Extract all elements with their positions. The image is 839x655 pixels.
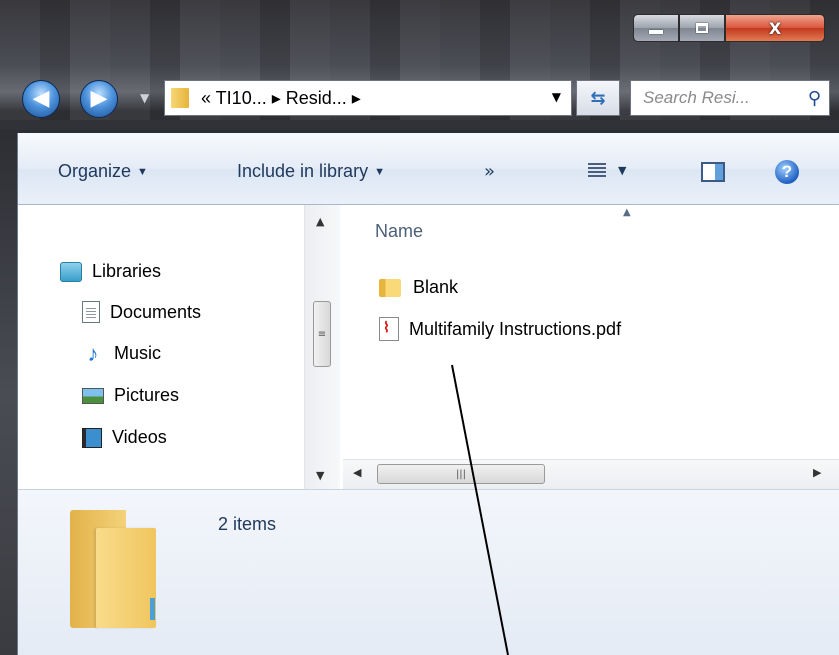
help-button[interactable]: ? <box>775 160 799 184</box>
chevron-down-icon: ▼ <box>137 166 148 178</box>
preview-pane-button[interactable] <box>701 162 725 182</box>
sidebar-item-label: Documents <box>110 301 202 322</box>
sidebar-item-label: Pictures <box>114 385 180 405</box>
forward-arrow-icon: ▶ <box>90 86 108 111</box>
navigation-pane: Libraries Documents ♪ Music Pictures Vid… <box>18 205 343 489</box>
forward-button[interactable]: ▶ <box>80 80 118 118</box>
minimize-icon <box>649 30 663 34</box>
search-input[interactable]: Search Resi... ⚲ <box>630 80 830 116</box>
close-icon: X <box>768 18 782 38</box>
scrollbar-thumb[interactable]: ≡ <box>313 301 331 367</box>
command-bar: Organize ▼ Include in library ▼ » ▼ ? <box>18 133 839 205</box>
file-name: Multifamily Instructions.pdf <box>409 318 622 339</box>
back-arrow-icon: ◀ <box>32 86 50 111</box>
scrollbar-thumb[interactable]: ||| <box>377 464 545 484</box>
close-button[interactable]: X <box>725 14 825 42</box>
folder-icon <box>171 88 189 108</box>
scroll-up-arrow-icon[interactable]: ▲ <box>316 215 324 228</box>
organize-button[interactable]: Organize ▼ <box>58 161 148 182</box>
search-icon[interactable]: ⚲ <box>808 88 821 109</box>
search-placeholder: Search Resi... <box>643 88 750 107</box>
address-bar[interactable]: « TI10... ▸ Resid... ▸ ▼ <box>164 80 572 116</box>
include-in-library-label: Include in library <box>237 161 369 181</box>
videos-icon <box>82 427 102 448</box>
music-icon: ♪ <box>87 340 99 366</box>
file-list: ▲ Name Blank Multifamily Instructions.pd… <box>343 205 839 489</box>
folder-icon <box>379 278 401 297</box>
scroll-right-arrow-icon[interactable]: ▶ <box>813 466 821 479</box>
view-list-icon <box>588 163 606 177</box>
organize-label: Organize <box>58 161 132 181</box>
maximize-button[interactable] <box>679 14 725 42</box>
name-column-header[interactable]: Name <box>375 221 423 242</box>
caption-buttons: X <box>633 14 825 44</box>
sidebar-item-videos[interactable]: Videos <box>82 427 167 448</box>
item-count: 2 items <box>218 514 277 534</box>
explorer-window: Organize ▼ Include in library ▼ » ▼ ? Libr… <box>17 133 839 655</box>
list-item[interactable]: Blank <box>379 277 458 298</box>
help-icon: ? <box>781 162 793 181</box>
more-commands-button[interactable]: » <box>484 161 495 182</box>
file-name: Blank <box>413 277 459 297</box>
sidebar-item-documents[interactable]: Documents <box>82 301 201 323</box>
sidebar-item-pictures[interactable]: Pictures <box>82 385 179 406</box>
details-pane: 2 items <box>18 489 839 655</box>
refresh-button[interactable]: ⇆ <box>576 80 620 116</box>
minimize-button[interactable] <box>633 14 679 42</box>
sidebar-item-music[interactable]: ♪ Music <box>82 340 162 366</box>
pdf-icon <box>379 317 399 341</box>
chevron-down-icon[interactable]: ▼ <box>552 90 561 104</box>
maximize-icon <box>696 23 708 33</box>
scroll-down-arrow-icon[interactable]: ▼ <box>316 469 324 482</box>
pictures-icon <box>82 387 104 404</box>
breadcrumb[interactable]: « TI10... ▸ Resid... ▸ <box>201 88 361 109</box>
nav-pane-scrollbar[interactable]: ▲ ≡ ▼ <box>304 205 340 489</box>
sort-ascending-icon: ▲ <box>623 207 631 218</box>
chevron-down-icon: ▼ <box>618 163 627 177</box>
sidebar-item-label: Libraries <box>92 261 162 281</box>
sidebar-item-libraries[interactable]: Libraries <box>60 261 161 282</box>
chevron-down-icon: ▼ <box>374 166 385 178</box>
scroll-left-arrow-icon[interactable]: ◀ <box>353 466 361 479</box>
folder-icon <box>70 510 156 628</box>
back-button[interactable]: ◀ <box>22 80 60 118</box>
file-list-scrollbar[interactable]: ◀ ||| ▶ <box>343 459 839 489</box>
include-in-library-button[interactable]: Include in library ▼ <box>237 161 385 182</box>
sidebar-item-label: Music <box>114 343 162 363</box>
refresh-icon: ⇆ <box>590 87 606 109</box>
sidebar-item-label: Videos <box>112 427 167 447</box>
recent-pages-dropdown[interactable]: ▼ <box>140 91 149 105</box>
documents-icon <box>82 301 100 323</box>
change-view-button[interactable]: ▼ <box>588 163 626 177</box>
list-item[interactable]: Multifamily Instructions.pdf <box>379 317 621 341</box>
libraries-icon <box>60 261 82 282</box>
